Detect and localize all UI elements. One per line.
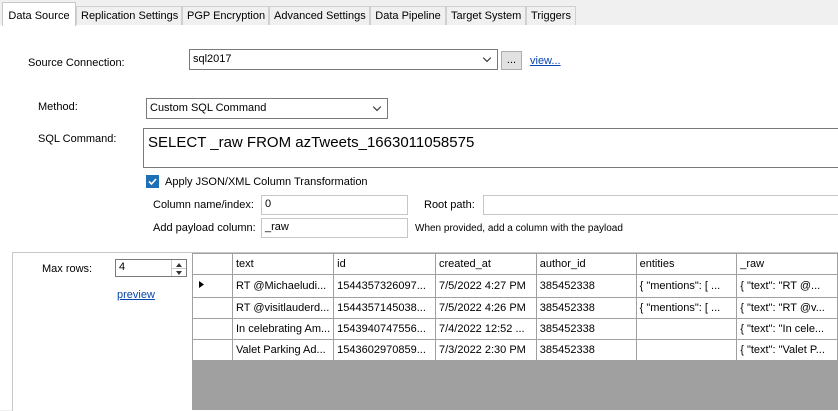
column-name-input[interactable]: 0 — [261, 195, 408, 215]
preview-link[interactable]: preview — [117, 289, 155, 301]
grid-cell[interactable] — [635, 339, 738, 361]
column-header[interactable]: id — [333, 253, 436, 275]
column-header[interactable]: entities — [635, 253, 738, 275]
column-name-label: Column name/index: — [153, 199, 254, 211]
tab-triggers[interactable]: Triggers — [526, 6, 576, 25]
json-transform-checkbox[interactable] — [146, 175, 159, 188]
max-rows-value: 4 — [119, 261, 126, 273]
chevron-down-icon — [372, 106, 382, 112]
grid-cell[interactable]: In celebrating Am... — [231, 318, 335, 340]
table-row[interactable]: RT @Michaeludi... 1544357326097... 7/5/2… — [192, 274, 838, 298]
column-header[interactable]: created_at — [434, 253, 537, 275]
tab-pgp-encryption[interactable]: PGP Encryption — [182, 6, 269, 25]
grid-cell[interactable]: { "text": "RT @... — [736, 274, 838, 298]
grid-cell[interactable]: 1544357145038... — [333, 297, 436, 319]
max-rows-label: Max rows: — [42, 263, 93, 275]
checkmark-icon — [148, 178, 157, 186]
tab-advanced-settings[interactable]: Advanced Settings — [269, 6, 370, 25]
view-connection-link[interactable]: view... — [530, 55, 561, 67]
grid-corner-cell — [192, 253, 233, 275]
grid-cell[interactable]: { "text": "In cele... — [736, 318, 838, 340]
json-transform-label: Apply JSON/XML Column Transformation — [165, 176, 368, 188]
grid-cell[interactable]: 1544357326097... — [333, 274, 436, 298]
row-header[interactable] — [192, 339, 233, 361]
tab-data-source[interactable]: Data Source — [2, 2, 76, 26]
root-path-input[interactable] — [483, 195, 838, 215]
tab-bar: Data Source Replication Settings PGP Enc… — [0, 0, 838, 26]
column-header[interactable]: text — [231, 253, 335, 275]
payload-column-hint: When provided, add a column with the pay… — [415, 223, 623, 234]
column-header[interactable]: author_id — [535, 253, 637, 275]
caret-down-icon — [176, 271, 182, 275]
grid-cell[interactable]: 7/4/2022 12:52 ... — [434, 318, 537, 340]
preview-grid: text id created_at author_id entities _r… — [192, 253, 838, 410]
root-path-label: Root path: — [424, 199, 475, 211]
grid-cell[interactable]: 385452338 — [535, 318, 637, 340]
method-value: Custom SQL Command — [150, 102, 267, 114]
grid-cell[interactable]: 1543602970859... — [333, 339, 436, 361]
max-rows-stepper[interactable]: 4 — [115, 259, 187, 277]
browse-connection-button[interactable]: ... — [501, 51, 522, 70]
sql-command-label: SQL Command: — [38, 133, 117, 145]
tab-data-pipeline[interactable]: Data Pipeline — [370, 6, 446, 25]
grid-cell[interactable]: 7/5/2022 4:27 PM — [434, 274, 537, 298]
grid-cell[interactable] — [635, 318, 738, 340]
grid-cell[interactable]: { "mentions": [ ... — [635, 297, 738, 319]
grid-cell[interactable]: 1543940747556... — [333, 318, 436, 340]
row-header-current[interactable] — [192, 274, 233, 298]
grid-cell[interactable]: 385452338 — [535, 339, 637, 361]
chevron-down-icon — [482, 57, 492, 63]
max-rows-spinner — [171, 260, 186, 276]
source-connection-value: sql2017 — [193, 53, 232, 65]
table-row[interactable]: RT @visitlauderd... 1544357145038... 7/5… — [192, 297, 838, 319]
grid-cell[interactable]: { "text": "RT @v... — [736, 297, 838, 319]
preview-table: text id created_at author_id entities _r… — [192, 253, 838, 361]
grid-cell[interactable]: { "text": "Valet P... — [736, 339, 838, 361]
grid-cell[interactable]: RT @Michaeludi... — [231, 274, 335, 298]
current-row-arrow-icon — [199, 281, 204, 288]
grid-cell[interactable]: 7/5/2022 4:26 PM — [434, 297, 537, 319]
grid-header-row: text id created_at author_id entities _r… — [192, 253, 838, 275]
grid-cell[interactable]: RT @visitlauderd... — [231, 297, 335, 319]
method-select[interactable]: Custom SQL Command — [146, 98, 388, 119]
spin-down-button[interactable] — [172, 268, 186, 276]
row-header[interactable] — [192, 318, 233, 340]
tab-replication-settings[interactable]: Replication Settings — [76, 6, 182, 25]
grid-cell[interactable]: { "mentions": [ ... — [635, 274, 738, 298]
row-header[interactable] — [192, 297, 233, 319]
method-label: Method: — [38, 101, 78, 113]
table-row[interactable]: In celebrating Am... 1543940747556... 7/… — [192, 318, 838, 340]
tab-target-system[interactable]: Target System — [446, 6, 526, 25]
grid-cell[interactable]: 385452338 — [535, 297, 637, 319]
payload-column-input[interactable]: _raw — [261, 218, 408, 238]
column-header[interactable]: _raw — [736, 253, 838, 275]
table-row[interactable]: Valet Parking Ad... 1543602970859... 7/3… — [192, 339, 838, 361]
grid-cell[interactable]: 7/3/2022 2:30 PM — [434, 339, 537, 361]
grid-cell[interactable]: 385452338 — [535, 274, 637, 298]
source-connection-label: Source Connection: — [28, 57, 125, 69]
source-connection-select[interactable]: sql2017 — [189, 49, 498, 70]
payload-column-label: Add payload column: — [153, 222, 256, 234]
grid-cell[interactable]: Valet Parking Ad... — [231, 339, 335, 361]
sql-command-input[interactable]: SELECT _raw FROM azTweets_1663011058575 — [143, 128, 838, 168]
